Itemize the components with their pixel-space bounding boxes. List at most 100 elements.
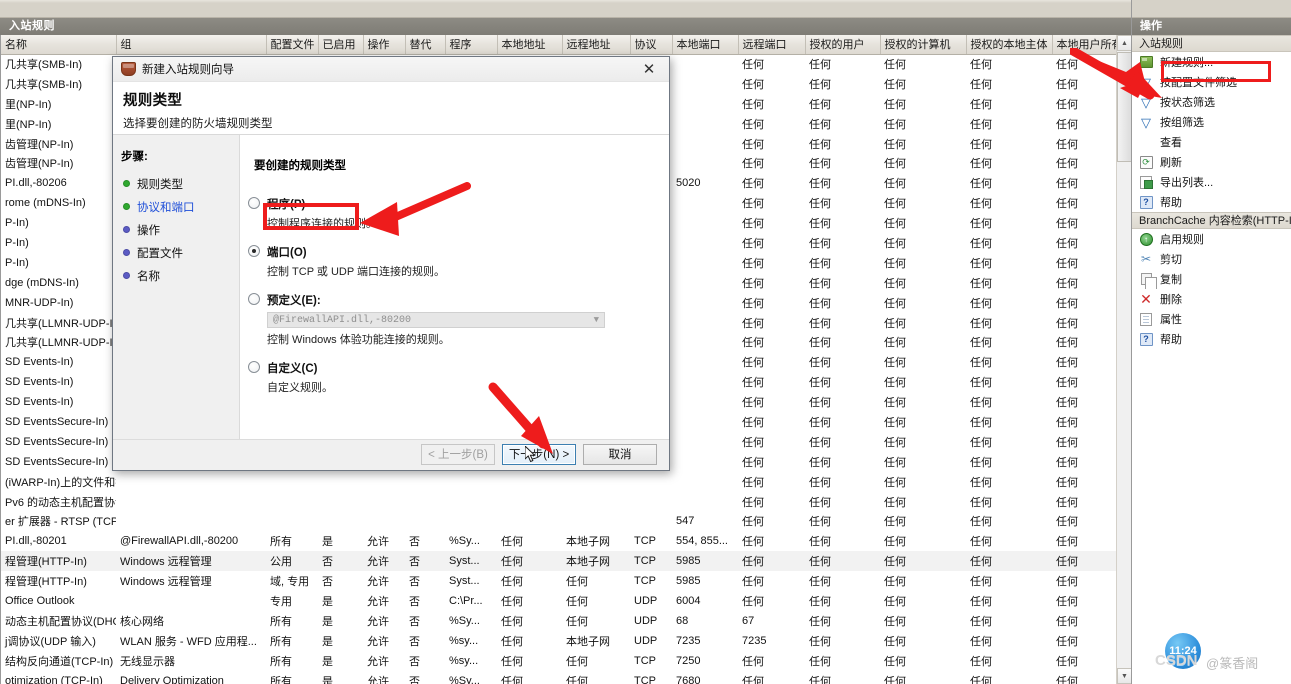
- cell-remote_addr: [562, 511, 630, 531]
- col-header-protocol[interactable]: 协议: [630, 35, 673, 55]
- action-refresh[interactable]: ⟳ 刷新: [1132, 152, 1291, 172]
- step-name[interactable]: 名称: [121, 266, 239, 285]
- table-vertical-scrollbar[interactable]: ▲ ▼: [1116, 35, 1132, 684]
- table-row[interactable]: 动态主机配置协议(DHCP-In) 核心网络 所有 是 允许 否 %Sy... 任何 任何 UDP…: [1, 611, 1131, 631]
- table-row[interactable]: 程管理(HTTP-In) Windows 远程管理 公用否允许否 Syst... 任何本…: [1, 551, 1131, 572]
- action-cut[interactable]: ✂ 剪切: [1132, 249, 1291, 269]
- action-enable-rule[interactable]: ↑ 启用规则: [1132, 229, 1291, 249]
- radio-dot-program-icon[interactable]: [248, 197, 260, 209]
- cell-protocol: UDP: [634, 594, 658, 607]
- table-row[interactable]: er 扩展器 - RTSP (TCP-In547任何任何任何任何任何任何: [1, 511, 1131, 531]
- col-header-remote-port[interactable]: 远程端口: [738, 35, 806, 55]
- table-row[interactable]: PI.dll,-80201 @FirewallAPI.dll,-80200 所有 是 允…: [1, 531, 1131, 551]
- cell-remote_port: 任何: [742, 118, 764, 131]
- back-button[interactable]: < 上一步(B): [421, 443, 495, 465]
- col-header-profile[interactable]: 配置文件: [266, 35, 319, 55]
- cell-name: 动态主机配置协议(DHCP-In): [5, 615, 116, 628]
- scrollbar-thumb[interactable]: [1117, 52, 1132, 162]
- cell-auth_computer: 任何: [884, 655, 906, 668]
- cell-local_addr: 任何: [501, 655, 523, 668]
- bullet-icon: [123, 226, 130, 233]
- action-help[interactable]: ? 帮助: [1132, 192, 1291, 212]
- cell-protocol: TCP: [634, 654, 656, 667]
- cell-action: 允许: [363, 551, 405, 572]
- col-header-program[interactable]: 程序: [445, 35, 498, 55]
- radio-option-custom[interactable]: 自定义(C) 自定义规则。: [248, 360, 669, 395]
- cell-override: [405, 511, 445, 531]
- action-view[interactable]: 查看: [1132, 132, 1291, 152]
- action-copy[interactable]: 复制: [1132, 269, 1291, 289]
- step-action[interactable]: 操作: [121, 220, 239, 239]
- col-header-group[interactable]: 组: [116, 35, 267, 55]
- cell-local_port: [672, 193, 738, 213]
- col-header-remote-address[interactable]: 远程地址: [562, 35, 631, 55]
- cell-local_port: [672, 392, 738, 412]
- scroll-up-arrow-icon[interactable]: ▲: [1117, 35, 1132, 51]
- action-filter-by-group[interactable]: ▽ 按组筛选: [1132, 112, 1291, 132]
- cell-override: 否: [409, 655, 420, 668]
- cell-profile: 所有: [270, 536, 292, 549]
- bullet-icon: [123, 203, 130, 210]
- screenshot-root: 入站规则 名称 组 配置文件 已启用 操作 替代 程序 本地地址 远程地址 协议: [0, 0, 1291, 684]
- cell-remote_port: 任何: [742, 675, 764, 684]
- watermark-brand: CSDN: [1155, 652, 1198, 669]
- bullet-icon: [123, 272, 130, 279]
- scroll-down-arrow-icon[interactable]: ▼: [1117, 668, 1132, 684]
- cell-local_port: [672, 233, 738, 253]
- radio-option-predefined[interactable]: 预定义(E): @FirewallAPI.dll,-80200 ▼ 控制 Win…: [248, 292, 669, 347]
- cell-local_addr: 任何: [501, 615, 523, 628]
- table-row[interactable]: 结构反向通道(TCP-In) 无线显示器 所有 是 允许 否 %sy... 任何 任何 TCP 72…: [1, 651, 1131, 671]
- cell-local_port: 68: [676, 614, 689, 627]
- action-filter-by-state[interactable]: ▽ 按状态筛选: [1132, 92, 1291, 112]
- wizard-titlebar[interactable]: 新建入站规则向导 ✕: [113, 57, 669, 82]
- table-row[interactable]: Office Outlook 专用 是 允许 否 C:\Pr... 任何 任何 UDP 6004 任…: [1, 591, 1131, 611]
- next-button[interactable]: 下一步(N) >: [502, 443, 576, 465]
- table-row[interactable]: Pv6 的动态主机配置协议(D任何任何任何任何任何任何: [1, 492, 1131, 512]
- action-filter-by-profile[interactable]: ▽ 按配置文件筛选: [1132, 72, 1291, 92]
- action-label: 按配置文件筛选: [1160, 77, 1237, 89]
- col-header-authorized-computers[interactable]: 授权的计算机: [880, 35, 967, 55]
- cell-protocol: TCP: [634, 674, 656, 684]
- table-row[interactable]: j调协议(UDP 输入) WLAN 服务 - WFD 应用程... 所有 是 允许 否 %s…: [1, 631, 1131, 651]
- col-header-local-port[interactable]: 本地端口: [672, 35, 739, 55]
- action-delete[interactable]: ✕ 删除: [1132, 289, 1291, 309]
- table-row[interactable]: (iWARP-In)上的文件和打印任何任何任何任何任何任何: [1, 472, 1131, 492]
- radio-dot-predefined-icon[interactable]: [248, 293, 260, 305]
- radio-option-port[interactable]: 端口(O) 控制 TCP 或 UDP 端口连接的规则。: [248, 244, 669, 279]
- table-row[interactable]: otimization (TCP-In) Delivery Optimizatio…: [1, 671, 1131, 684]
- radio-dot-port-icon[interactable]: [248, 245, 260, 257]
- cancel-button[interactable]: 取消: [583, 443, 657, 465]
- radio-dot-custom-icon[interactable]: [248, 361, 260, 373]
- step-rule-type[interactable]: 规则类型: [121, 174, 239, 193]
- col-header-name[interactable]: 名称: [1, 35, 117, 55]
- close-icon[interactable]: ✕: [629, 57, 669, 81]
- step-protocol-and-ports[interactable]: 协议和端口: [121, 197, 239, 216]
- col-header-authorized-users[interactable]: 授权的用户: [805, 35, 881, 55]
- cell-auth_local: 任何: [970, 178, 992, 191]
- cell-name: 结构反向通道(TCP-In): [5, 655, 114, 668]
- cell-auth_local: 任何: [970, 337, 992, 350]
- action-help-2[interactable]: ? 帮助: [1132, 329, 1291, 349]
- table-row[interactable]: 程管理(HTTP-In) Windows 远程管理 域, 专用否允许否 Syst...…: [1, 571, 1131, 591]
- radio-option-program[interactable]: 程序(P) 控制程序连接的规则。: [248, 196, 669, 231]
- step-profile[interactable]: 配置文件: [121, 243, 239, 262]
- export-icon: [1138, 174, 1154, 190]
- col-header-authorized-local-principals[interactable]: 授权的本地主体: [966, 35, 1053, 55]
- col-header-override[interactable]: 替代: [405, 35, 446, 55]
- action-export-list[interactable]: 导出列表...: [1132, 172, 1291, 192]
- action-new-rule[interactable]: 新建规则...: [1132, 52, 1291, 72]
- predefined-rule-select[interactable]: @FirewallAPI.dll,-80200 ▼: [267, 312, 605, 328]
- action-properties[interactable]: 属性: [1132, 309, 1291, 329]
- cell-remote_addr: 任何: [566, 615, 588, 628]
- cell-auth_computer: 任何: [884, 78, 906, 91]
- cell-auth_local: 任何: [970, 536, 992, 549]
- cell-local_port: 5020: [676, 177, 701, 190]
- cell-name: SD Events-In): [5, 356, 74, 369]
- cell-auth_computer: 任何: [884, 595, 906, 608]
- col-header-local-address[interactable]: 本地地址: [497, 35, 563, 55]
- cell-remote_port: 任何: [742, 416, 764, 429]
- cell-name: 几共享(LLMNR-UDP-In): [5, 337, 116, 350]
- cell-auth_user: 任何: [809, 536, 831, 549]
- col-header-enabled[interactable]: 已启用: [318, 35, 364, 55]
- col-header-action[interactable]: 操作: [363, 35, 406, 55]
